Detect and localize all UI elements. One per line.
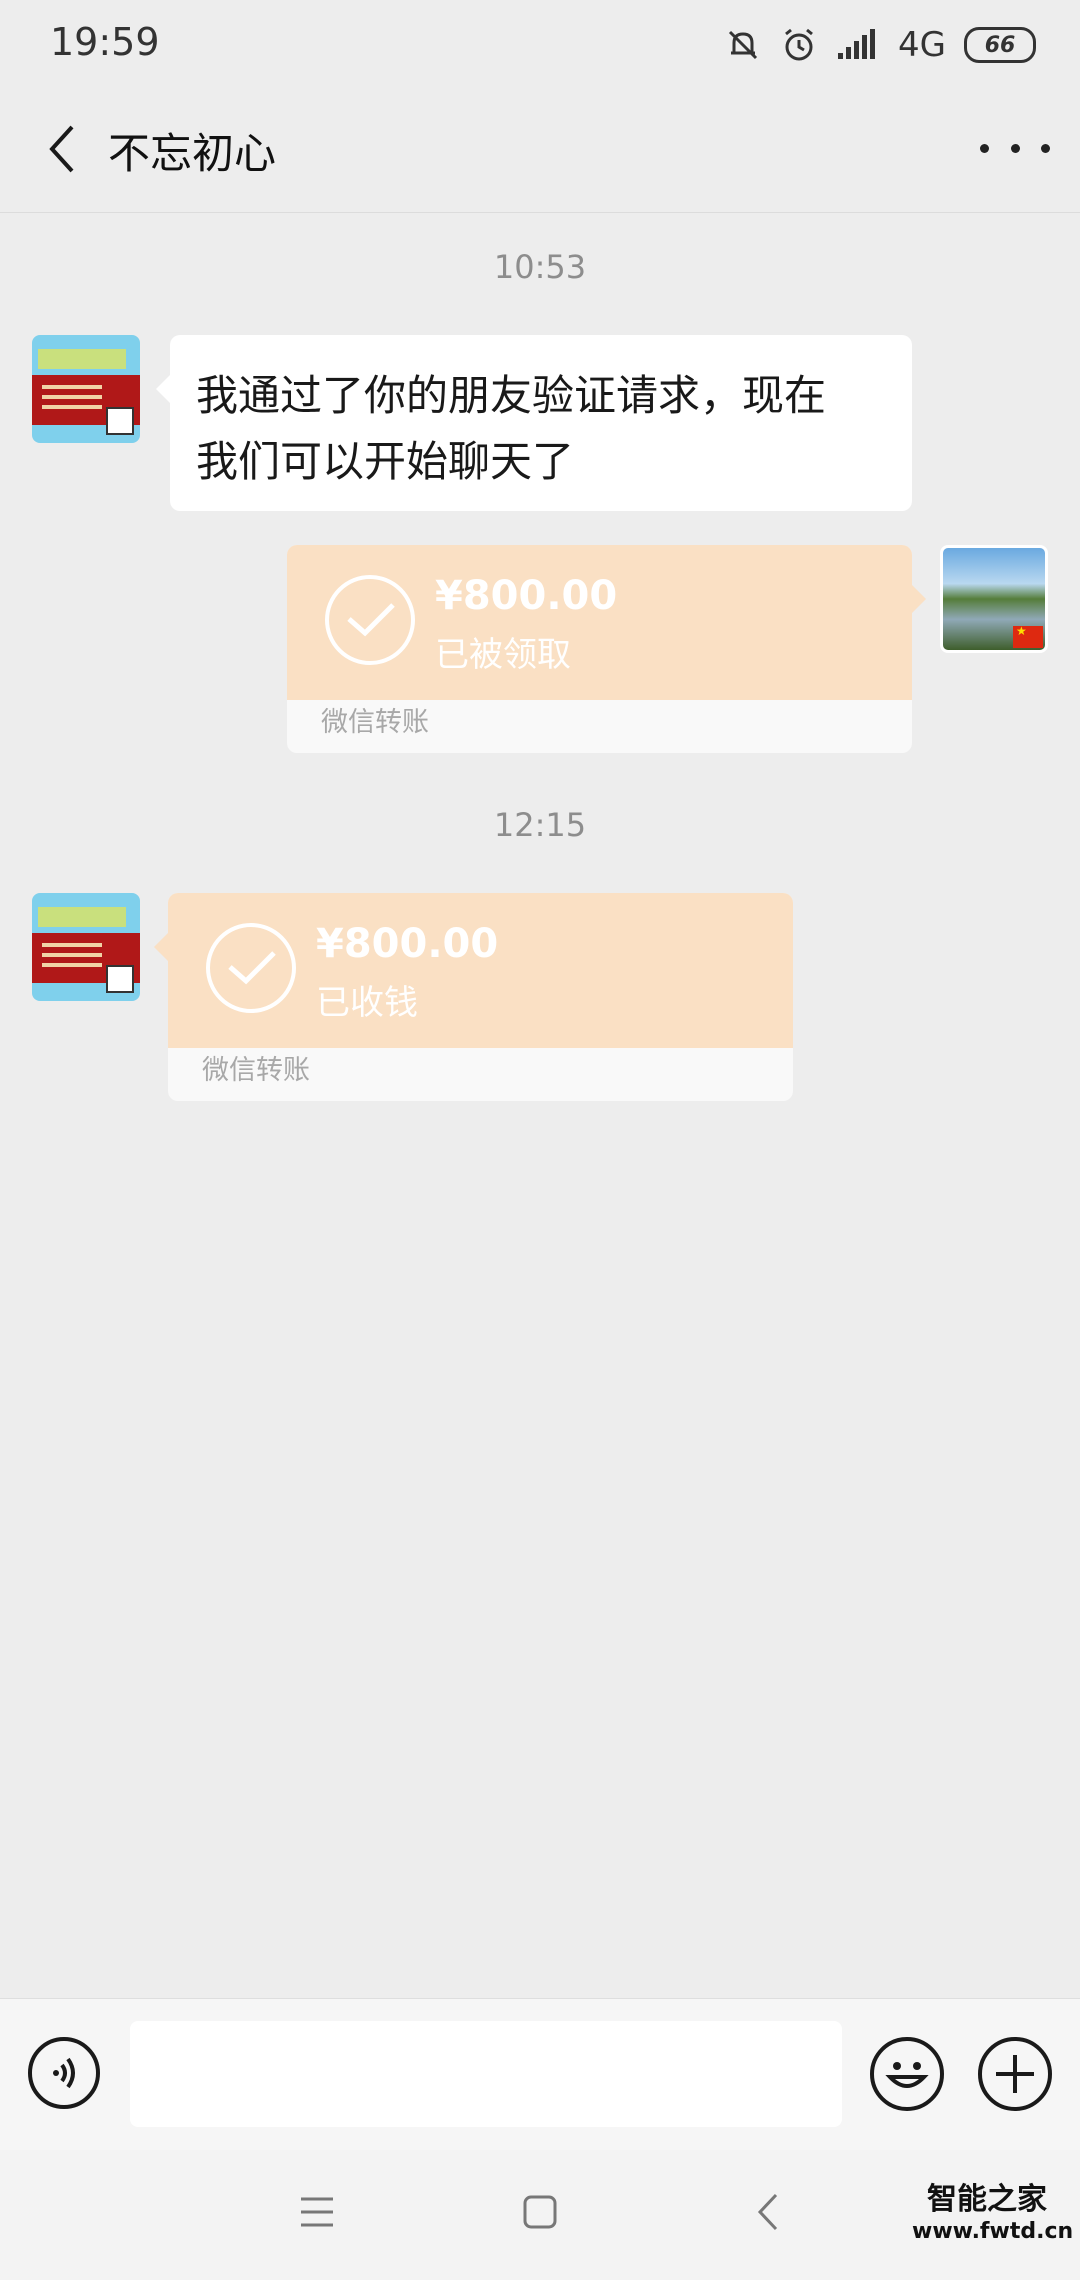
contact-avatar[interactable] <box>32 335 140 443</box>
more-dot <box>1010 143 1020 153</box>
alarm-icon <box>780 26 818 64</box>
message-input[interactable] <box>130 2021 842 2127</box>
message-text-line: 我们可以开始聊天了 <box>196 437 575 486</box>
more-button[interactable] <box>980 118 1050 178</box>
watermark-line: 智能之家 <box>927 2182 1047 2217</box>
text-message-bubble[interactable]: 我通过了你的朋友验证请求，现在 我们可以开始聊天了 <box>156 335 912 511</box>
transfer-amount: ¥800.00 <box>435 573 618 619</box>
nav-back-button[interactable] <box>733 2184 803 2244</box>
more-dots-icon <box>980 143 989 153</box>
message-text-line: 我通过了你的朋友验证请求，现在 <box>196 371 827 420</box>
avatar-graphic <box>42 943 102 947</box>
nav-menu-button[interactable] <box>282 2184 352 2244</box>
transfer-status: 已被领取 <box>435 635 571 675</box>
menu-icon <box>299 2195 335 2233</box>
watermark-line: www.fwtd.cn <box>912 2219 1074 2244</box>
mute-bell-icon <box>724 26 762 64</box>
voice-button[interactable] <box>28 2037 100 2109</box>
network-label: 4G <box>898 25 946 65</box>
china-flag-icon <box>1013 624 1043 648</box>
avatar-graphic <box>38 907 126 927</box>
qr-code-icon <box>106 965 134 993</box>
avatar-graphic <box>42 385 102 389</box>
message-timestamp: 12:15 <box>493 806 587 844</box>
battery-icon: 66 <box>964 27 1036 63</box>
home-icon <box>522 2194 558 2234</box>
chevron-left-icon <box>46 123 80 179</box>
transfer-amount: ¥800.00 <box>316 921 499 967</box>
watermark: 智能之家 www.fwtd.cn <box>912 2182 1074 2246</box>
chat-header: 不忘初心 <box>0 88 1080 212</box>
transfer-card-top: ¥800.00 已收钱 <box>168 893 793 1048</box>
status-icons: 4G 66 <box>724 20 1036 70</box>
transfer-label: 微信转账 <box>202 1055 310 1086</box>
check-circle-icon <box>206 923 296 1013</box>
qr-code-icon <box>106 407 134 435</box>
status-bar: 19:59 4G 66 <box>0 0 1080 88</box>
transfer-card-top: ¥800.00 已被领取 <box>287 545 912 700</box>
transfer-status: 已收钱 <box>316 983 418 1023</box>
status-time: 19:59 <box>50 20 160 64</box>
transfer-label: 微信转账 <box>321 707 429 738</box>
message-timestamp: 10:53 <box>493 248 587 286</box>
nav-home-button[interactable] <box>505 2184 575 2244</box>
my-avatar[interactable] <box>940 545 1048 653</box>
plus-button[interactable] <box>978 2037 1052 2111</box>
input-bar <box>0 1998 1080 2151</box>
signal-icon <box>836 29 880 61</box>
header-divider <box>0 212 1080 213</box>
more-dot <box>1041 143 1050 153</box>
transfer-card[interactable]: ¥800.00 已收钱 微信转账 <box>154 893 793 1101</box>
back-icon <box>756 2192 780 2236</box>
emoji-button[interactable] <box>870 2037 944 2111</box>
back-button[interactable] <box>28 116 98 186</box>
check-circle-icon <box>325 575 415 665</box>
chat-title: 不忘初心 <box>108 129 277 178</box>
avatar-graphic <box>38 349 126 369</box>
transfer-card[interactable]: ¥800.00 已被领取 微信转账 <box>287 545 926 753</box>
battery-level: 66 <box>984 32 1016 58</box>
contact-avatar[interactable] <box>32 893 140 1001</box>
